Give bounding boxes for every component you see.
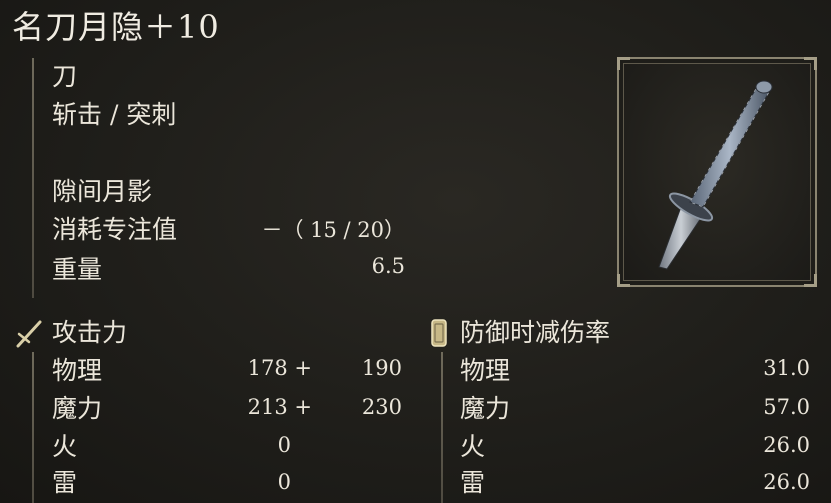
attack-type: 斩击 / 突刺: [52, 100, 177, 129]
guard-label-physical: 物理: [460, 356, 511, 385]
attack-label-lightning: 雷: [52, 468, 78, 497]
attack-base-physical: 178 +: [247, 356, 312, 380]
skill-name: 隙间月影: [52, 177, 153, 206]
shield-icon: [431, 319, 447, 347]
guard-value-physical: 31.0: [763, 356, 810, 380]
guard-value-fire: 26.0: [763, 433, 810, 457]
weight-value: 6.5: [371, 254, 405, 278]
item-name: 名刀月隐＋10: [12, 8, 220, 46]
attack-divider: [32, 352, 34, 503]
guard-label-lightning: 雷: [460, 468, 486, 497]
guard-title: 防御时减伤率: [460, 318, 611, 347]
attack-base-fire: 0: [277, 433, 291, 457]
guard-label-magic: 魔力: [460, 394, 511, 423]
weight-label: 重量: [52, 255, 103, 284]
attack-bonus-physical: 190: [361, 356, 402, 380]
attack-base-lightning: 0: [277, 470, 291, 494]
attack-label-physical: 物理: [52, 356, 103, 385]
katana-image: [658, 80, 773, 270]
attack-label-magic: 魔力: [52, 394, 103, 423]
fp-cost-label: 消耗专注值: [52, 215, 178, 244]
guard-divider: [441, 352, 443, 503]
guard-value-magic: 57.0: [763, 395, 810, 419]
attack-title: 攻击力: [52, 318, 128, 347]
guard-value-lightning: 26.0: [763, 470, 810, 494]
attack-label-fire: 火: [52, 432, 78, 461]
weapon-type: 刀: [52, 62, 78, 91]
guard-label-fire: 火: [460, 432, 486, 461]
fp-cost-value: －（ 15 / 20）: [261, 218, 405, 242]
attack-bonus-magic: 230: [361, 395, 402, 419]
sword-icon: [16, 320, 42, 348]
info-divider: [32, 58, 34, 298]
weapon-image-frame: [617, 57, 817, 287]
attack-base-magic: 213 +: [247, 395, 312, 419]
